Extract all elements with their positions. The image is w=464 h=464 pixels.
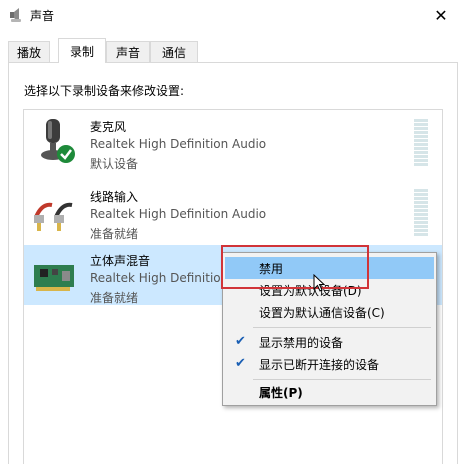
level-meter <box>414 119 428 167</box>
menu-item-label: 属性(P) <box>259 385 303 400</box>
device-description: Realtek High Definition Audio <box>90 207 267 221</box>
device-name: 麦克风 <box>90 120 127 134</box>
menu-item-show-disconnected-devices[interactable]: ✔ 显示已断开连接的设备 <box>225 353 434 375</box>
menu-item-label: 设置为默认通信设备(C) <box>259 305 385 320</box>
highlight-annotation-box <box>221 245 369 289</box>
tab-playback[interactable]: 播放 <box>8 41 50 62</box>
check-icon: ✔ <box>235 356 246 371</box>
device-item-microphone[interactable]: 麦克风 Realtek High Definition Audio 默认设备 <box>24 111 442 171</box>
sound-card-icon <box>34 265 74 291</box>
level-meter <box>414 189 428 237</box>
menu-item-properties[interactable]: 属性(P) <box>225 381 434 403</box>
close-icon: ✕ <box>434 5 448 25</box>
instruction-label: 选择以下录制设备来修改设置: <box>24 84 185 98</box>
menu-separator <box>253 379 431 380</box>
close-button[interactable]: ✕ <box>418 0 464 30</box>
title-bar[interactable]: 声音 ✕ <box>0 0 464 30</box>
menu-item-label: 显示已断开连接的设备 <box>259 357 380 372</box>
mouse-pointer-icon <box>313 274 325 292</box>
device-status: 默认设备 <box>90 157 139 171</box>
tab-communications[interactable]: 通信 <box>150 41 198 62</box>
device-status: 准备就绪 <box>90 291 139 305</box>
device-status: 准备就绪 <box>90 227 139 241</box>
menu-item-label: 显示禁用的设备 <box>259 335 344 350</box>
device-name: 立体声混音 <box>90 254 151 268</box>
menu-item-show-disabled-devices[interactable]: ✔ 显示禁用的设备 <box>225 331 434 353</box>
device-name: 线路输入 <box>90 190 139 204</box>
window-title: 声音 <box>30 9 55 23</box>
microphone-icon <box>41 119 75 163</box>
line-in-cable-icon <box>34 202 73 231</box>
device-item-line-in[interactable]: 线路输入 Realtek High Definition Audio 准备就绪 <box>24 181 442 241</box>
menu-separator <box>253 327 431 328</box>
device-description: Realtek High Definition Audio <box>90 137 267 151</box>
check-icon: ✔ <box>235 334 246 349</box>
tab-sounds[interactable]: 声音 <box>106 41 150 62</box>
tab-recording[interactable]: 录制 <box>58 38 106 63</box>
menu-item-set-default-communication-device[interactable]: 设置为默认通信设备(C) <box>225 301 434 323</box>
speaker-app-icon <box>10 8 21 22</box>
